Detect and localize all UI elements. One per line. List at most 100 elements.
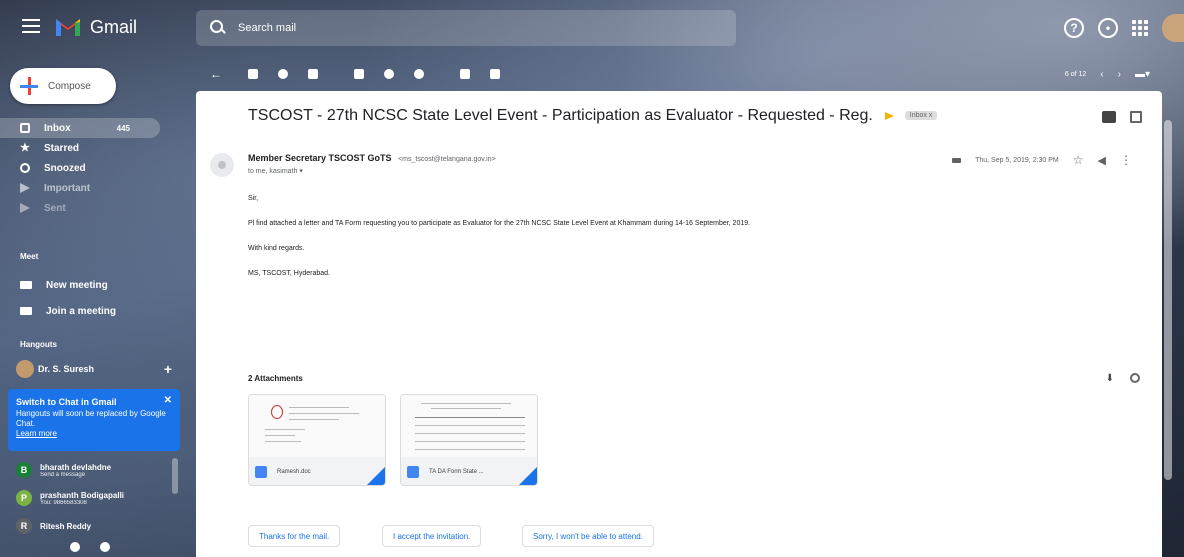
add-contact-icon[interactable]: + [164, 361, 172, 377]
attachment-name: TA DA Form State ... [429, 469, 484, 475]
sender-name: Member Secretary TSCOST GoTS <ms_tscost@… [248, 153, 496, 163]
meet-section-label: Meet [20, 252, 39, 261]
sidebar-scrollbar[interactable] [172, 458, 178, 494]
contact-name: bharath devlahdne [40, 462, 112, 472]
add-task-icon[interactable] [414, 69, 424, 79]
attachment-card[interactable]: Ramesh.doc [248, 394, 386, 486]
user-avatar [16, 360, 34, 378]
settings-gear-icon[interactable]: • [1098, 18, 1118, 38]
doc-file-icon [255, 466, 267, 478]
star-icon[interactable]: ☆ [1073, 153, 1084, 167]
sender-name-text: Member Secretary TSCOST GoTS [248, 153, 392, 163]
important-icon [20, 183, 30, 193]
join-meeting-label: Join a meeting [46, 305, 117, 317]
contact-item[interactable]: P prashanth Bodigapalli You: 9866583308 [16, 490, 124, 506]
sidebar-item-label: Important [44, 182, 91, 194]
sidebar-item-snoozed[interactable]: Snoozed [0, 158, 185, 178]
attachment-preview [249, 395, 385, 457]
compose-plus-icon [20, 77, 38, 95]
back-arrow-icon[interactable]: ← [210, 67, 222, 81]
snooze-icon[interactable] [384, 69, 394, 79]
contact-status: Send a message [40, 471, 86, 478]
hangouts-section-label: Hangouts [20, 340, 57, 349]
more-vert-icon[interactable]: ⋮ [1120, 153, 1132, 167]
sidebar-item-label: Snoozed [44, 162, 86, 174]
sender-email: <ms_tscost@telangana.gov.in> [398, 156, 496, 163]
archive-icon[interactable] [248, 69, 258, 79]
sidebar-item-inbox[interactable]: Inbox 445 [0, 118, 160, 138]
chat-switch-card: Switch to Chat in Gmail Hangouts will so… [8, 389, 180, 451]
attachments-title: 2 Attachments [248, 374, 303, 383]
main-scrollbar[interactable] [1164, 120, 1172, 480]
new-meeting-button[interactable]: New meeting [20, 276, 108, 294]
sidebar-item-label: Starred [44, 142, 80, 154]
contact-name: prashanth Bodigapalli [40, 490, 125, 500]
chat-card-body: Hangouts will soon be replaced by Google… [16, 409, 166, 428]
sidebar-item-important[interactable]: Important [0, 178, 185, 198]
sidebar-item-label: Inbox [44, 122, 71, 134]
save-to-drive-icon[interactable] [1130, 373, 1140, 383]
main-menu-icon[interactable] [22, 19, 40, 33]
pager-text: 6 of 12 [1064, 70, 1087, 78]
contact-item[interactable]: B bharath devlahdne Send a message [16, 462, 111, 478]
move-to-icon[interactable] [460, 69, 470, 79]
close-icon[interactable]: ✕ [164, 395, 172, 406]
search-input[interactable] [238, 22, 708, 34]
video-camera-icon [20, 281, 32, 289]
learn-more-link[interactable]: Learn more [16, 429, 172, 438]
attachment-name: Ramesh.doc [277, 469, 311, 475]
join-meeting-button[interactable]: Join a meeting [20, 302, 116, 320]
recipient-line[interactable]: to me, kasimath ▾ [248, 167, 303, 175]
search-bar[interactable] [196, 10, 736, 46]
keyboard-input-icon[interactable]: ▬▾ [1135, 69, 1150, 80]
chat-icon[interactable] [100, 542, 110, 552]
print-icon[interactable] [1102, 111, 1116, 123]
keyboard-icon [20, 307, 32, 315]
account-avatar[interactable] [1162, 14, 1184, 42]
apps-grid-icon[interactable] [1132, 20, 1148, 36]
email-subject: TSCOST - 27th NCSC State Level Event - P… [248, 107, 938, 125]
subject-text: TSCOST - 27th NCSC State Level Event - P… [248, 107, 873, 124]
reply-icon[interactable]: ◀ [1098, 154, 1106, 167]
hangouts-user[interactable]: Dr. S. Suresh + [16, 360, 180, 378]
attachment-icon [952, 157, 962, 163]
new-meeting-label: New meeting [46, 279, 108, 291]
chevron-left-icon[interactable]: ‹ [1100, 69, 1103, 80]
body-paragraph: MS, TSCOST, Hyderabad. [248, 270, 330, 277]
attachment-preview [401, 395, 537, 457]
help-icon[interactable]: ? [1064, 18, 1084, 38]
sidebar-item-starred[interactable]: ★ Starred [0, 138, 185, 158]
email-body: Sir, Pl find attached a letter and TA Fo… [248, 195, 750, 295]
gmail-logo[interactable]: Gmail [54, 16, 137, 38]
clock-icon [20, 163, 30, 173]
email-date: Thu, Sep 5, 2019, 2:30 PM [975, 156, 1059, 164]
compose-button[interactable]: Compose [10, 68, 116, 104]
doc-file-icon [407, 466, 419, 478]
report-spam-icon[interactable] [278, 69, 288, 79]
top-bar: Gmail ? • [0, 0, 1184, 56]
search-icon[interactable] [210, 20, 226, 36]
inbox-count: 445 [116, 123, 130, 133]
delete-icon[interactable] [308, 69, 318, 79]
download-all-icon[interactable]: ⬇ [1106, 373, 1114, 384]
seal-icon [271, 405, 283, 419]
important-marker-icon[interactable] [885, 111, 895, 120]
smart-reply-button[interactable]: I accept the invitation. [382, 525, 482, 547]
open-new-window-icon[interactable] [1130, 111, 1142, 123]
send-icon [20, 203, 30, 213]
chevron-right-icon[interactable]: › [1118, 69, 1121, 80]
body-paragraph: Sir, [248, 195, 259, 202]
page-fold-icon [517, 467, 537, 485]
compose-label: Compose [48, 80, 91, 92]
person-icon[interactable] [70, 542, 80, 552]
sidebar-item-sent[interactable]: Sent [0, 198, 185, 218]
contact-item[interactable]: R Ritesh Reddy [16, 518, 91, 534]
mark-unread-icon[interactable] [354, 69, 364, 79]
smart-reply-button[interactable]: Thanks for the mail. [248, 525, 341, 547]
smart-reply-button[interactable]: Sorry, I won't be able to attend. [522, 525, 654, 547]
message-toolbar: ← 6 of 12 ‹ › ▬▾ [196, 60, 1156, 88]
body-paragraph: Pl find attached a letter and TA Form re… [248, 220, 751, 227]
attachment-card[interactable]: TA DA Form State ... [400, 394, 538, 486]
inbox-label-chip[interactable]: Inbox x [904, 111, 938, 121]
label-icon[interactable] [490, 69, 500, 79]
